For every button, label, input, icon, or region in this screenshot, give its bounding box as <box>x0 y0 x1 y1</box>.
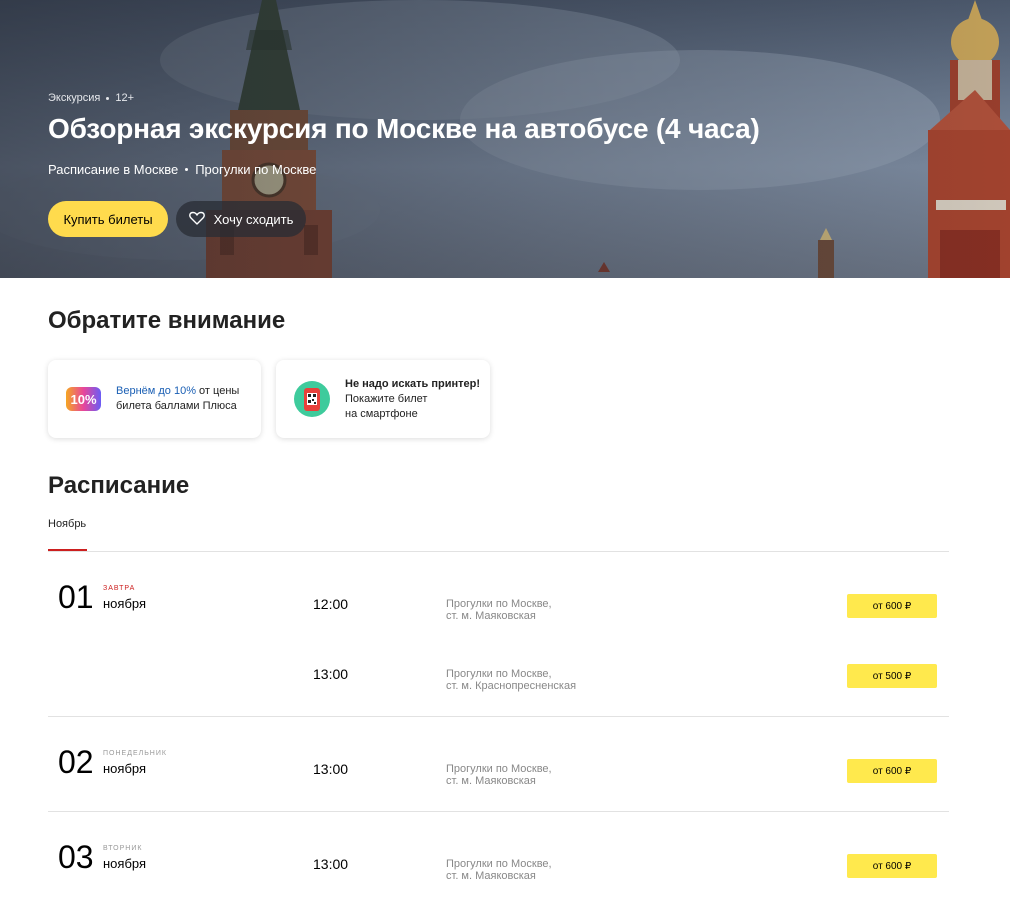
heart-icon <box>188 211 205 228</box>
price-button[interactable]: от 600 ₽ <box>847 759 937 783</box>
schedule-heading: Расписание <box>48 472 190 499</box>
event-meta: Экскурсия 12+ <box>48 92 134 104</box>
event-category: Экскурсия <box>48 92 101 104</box>
age-rating: 12+ <box>115 92 135 104</box>
tabs-divider <box>48 551 949 552</box>
buy-tickets-button[interactable]: Купить билеты <box>48 201 168 237</box>
e-ticket-card[interactable]: Не надо искать принтер! Покажите билет н… <box>276 360 490 438</box>
plus-cashback-icon: 10% <box>66 387 101 411</box>
session-place: Прогулки по Москве, ст. м. Маяковская <box>446 763 552 787</box>
session-time: 12:00 <box>313 596 349 612</box>
day-number: 01 <box>58 579 94 615</box>
session-time: 13:00 <box>313 666 349 682</box>
price-button[interactable]: от 600 ₽ <box>847 854 937 878</box>
cashback-text: Вернём до 10% от цены билета баллами Плю… <box>116 385 240 412</box>
day-number: 03 <box>58 839 94 875</box>
page-title: Обзорная экскурсия по Москве на автобусе… <box>48 113 760 144</box>
day-number: 02 <box>58 744 94 780</box>
day-tag: понедельник <box>103 750 167 757</box>
day-month: ноября <box>103 856 147 871</box>
day-tag: завтра <box>103 585 136 592</box>
session-place: Прогулки по Москве, ст. м. Маяковская <box>446 858 552 882</box>
schedule-in-moscow-link[interactable]: Расписание в Москве <box>48 162 178 177</box>
cashback-card[interactable]: 10% Вернём до 10% от цены билета баллами… <box>48 360 261 438</box>
hero-banner: Экскурсия 12+ Обзорная экскурсия по Моск… <box>0 0 1010 278</box>
hero-links: Расписание в Москве Прогулки по Москве <box>48 162 316 177</box>
day-month: ноября <box>103 596 147 611</box>
day-month: ноября <box>103 761 147 776</box>
price-button[interactable]: от 500 ₽ <box>847 664 937 688</box>
tab-november[interactable]: Ноябрь <box>48 518 86 530</box>
want-to-go-button[interactable]: Хочу сходить <box>176 201 306 237</box>
phone-ticket-icon <box>294 381 330 422</box>
separator-dot <box>185 168 189 171</box>
session-place: Прогулки по Москве, ст. м. Краснопреснен… <box>446 668 577 692</box>
e-ticket-text: Не надо искать принтер! Покажите билет н… <box>345 378 481 420</box>
attention-heading: Обратите внимание <box>48 307 286 334</box>
want-to-go-label: Хочу сходить <box>213 211 294 227</box>
day-divider <box>48 811 949 812</box>
session-time: 13:00 <box>313 856 349 872</box>
cashback-badge: 10% <box>70 391 97 407</box>
separator-dot <box>106 96 110 100</box>
day-divider <box>48 716 949 717</box>
price-button[interactable]: от 600 ₽ <box>847 594 937 618</box>
day-tag: вторник <box>103 845 143 852</box>
session-place: Прогулки по Москве, ст. м. Маяковская <box>446 598 552 622</box>
moscow-walks-link[interactable]: Прогулки по Москве <box>195 162 316 177</box>
session-time: 13:00 <box>313 761 349 777</box>
